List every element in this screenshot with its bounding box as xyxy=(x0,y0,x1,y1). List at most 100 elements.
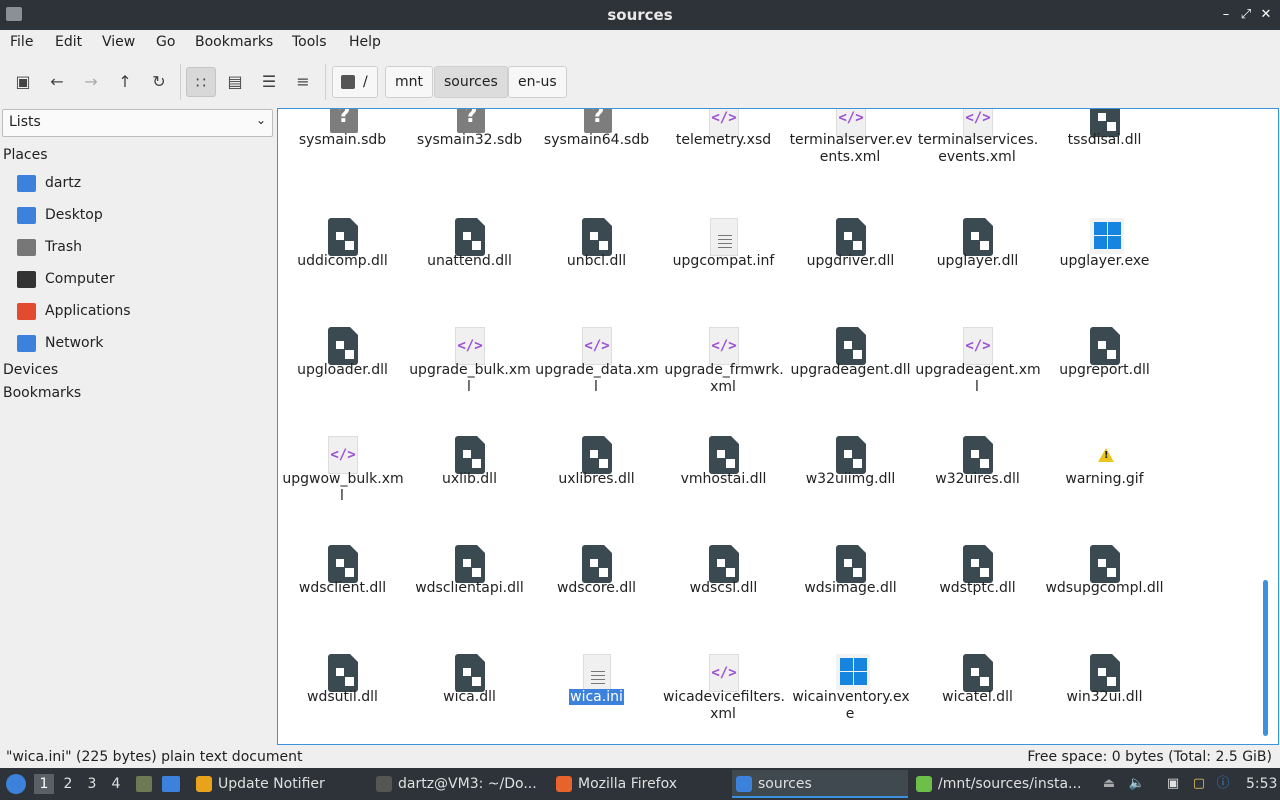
menu-file[interactable]: File xyxy=(10,34,33,50)
file-item[interactable]: </> wicadevicefilters.xml xyxy=(660,642,787,744)
breadcrumb-en-us[interactable]: en-us xyxy=(508,66,567,98)
menu-bookmarks[interactable]: Bookmarks xyxy=(195,34,273,50)
back-arrow-icon[interactable]: ← xyxy=(42,67,72,97)
clipboard-icon[interactable]: ▢ xyxy=(1190,775,1208,793)
breadcrumb-mnt[interactable]: mnt xyxy=(385,66,433,98)
workspace-2[interactable]: 2 xyxy=(58,774,78,794)
workspace-1[interactable]: 1 xyxy=(34,774,54,794)
sidebar-item-desktop[interactable]: Desktop xyxy=(17,202,267,230)
file-item[interactable]: vmhostai.dll xyxy=(660,424,787,533)
detailed-list-view-icon[interactable]: ≡ xyxy=(288,67,318,97)
file-item[interactable]: wica.ini xyxy=(533,642,660,744)
menu-edit[interactable]: Edit xyxy=(55,34,82,50)
eject-icon[interactable]: ⏏ xyxy=(1100,775,1118,793)
minimize-button[interactable]: – xyxy=(1216,5,1236,25)
file-name: upglayer.dll xyxy=(936,253,1019,269)
maximize-button[interactable]: ⤢ xyxy=(1236,5,1256,25)
file-item[interactable]: wdscsl.dll xyxy=(660,533,787,642)
up-arrow-icon[interactable]: ↑ xyxy=(110,67,140,97)
file-item[interactable]: wdsupgcompl.dll xyxy=(1041,533,1168,642)
breadcrumb-sources[interactable]: sources xyxy=(434,66,508,98)
forward-arrow-icon[interactable]: → xyxy=(76,67,106,97)
toolbar: ▣ ← → ↑ ↻ ∷ ▤ ☰ ≡ / mnt sources en-us xyxy=(0,58,1280,106)
file-item[interactable]: wdsutil.dll xyxy=(279,642,406,744)
file-item[interactable]: upgloader.dll xyxy=(279,315,406,424)
volume-icon[interactable]: 🔈 xyxy=(1128,775,1146,793)
file-item[interactable]: upglayer.dll xyxy=(914,206,1041,315)
file-item[interactable]: upgreport.dll xyxy=(1041,315,1168,424)
file-name: sysmain.sdb xyxy=(298,132,387,148)
menu-tools[interactable]: Tools xyxy=(292,34,327,50)
file-item[interactable]: </> upgrade_frmwrk.xml xyxy=(660,315,787,424)
dll-file-icon xyxy=(453,543,485,583)
file-item[interactable]: tssdisai.dll xyxy=(1041,109,1168,206)
compact-view-icon[interactable]: ☰ xyxy=(254,67,284,97)
vertical-scrollbar[interactable] xyxy=(1263,580,1268,736)
taskbar-task[interactable]: /mnt/sources/insta... xyxy=(912,770,1088,798)
show-desktop-icon[interactable] xyxy=(136,776,152,792)
file-item[interactable]: wdsimage.dll xyxy=(787,533,914,642)
file-item[interactable]: win32ui.dll xyxy=(1041,642,1168,744)
file-item[interactable]: </> upgrade_data.xml xyxy=(533,315,660,424)
icon-view-icon[interactable]: ∷ xyxy=(186,67,216,97)
reload-icon[interactable]: ↻ xyxy=(144,67,174,97)
file-item[interactable]: unattend.dll xyxy=(406,206,533,315)
workspace-4[interactable]: 4 xyxy=(106,774,126,794)
file-item[interactable]: </> upgradeagent.xml xyxy=(914,315,1041,424)
file-item[interactable]: </> terminalservices.events.xml xyxy=(914,109,1041,206)
file-item[interactable]: wicainventory.exe xyxy=(787,642,914,744)
file-item[interactable]: unbcl.dll xyxy=(533,206,660,315)
new-tab-icon[interactable]: ▣ xyxy=(8,67,38,97)
file-item[interactable]: wicatel.dll xyxy=(914,642,1041,744)
file-item[interactable]: </> telemetry.xsd xyxy=(660,109,787,206)
file-item[interactable]: </> upgrade_bulk.xml xyxy=(406,315,533,424)
file-item[interactable]: </> terminalserver.events.xml xyxy=(787,109,914,206)
sidebar-item-computer[interactable]: Computer xyxy=(17,266,267,294)
file-item[interactable]: uddicomp.dll xyxy=(279,206,406,315)
file-item[interactable]: upglayer.exe xyxy=(1041,206,1168,315)
file-item[interactable]: ? sysmain64.sdb xyxy=(533,109,660,206)
network-icon[interactable]: ▣ xyxy=(1164,775,1182,793)
file-item[interactable]: wdstptc.dll xyxy=(914,533,1041,642)
file-item[interactable]: </> upgwow_bulk.xml xyxy=(279,424,406,533)
sidebar-item-trash[interactable]: Trash xyxy=(17,234,267,262)
thumbnail-view-icon[interactable]: ▤ xyxy=(220,67,250,97)
menu-help[interactable]: Help xyxy=(349,34,381,50)
file-item[interactable]: wica.dll xyxy=(406,642,533,744)
clock[interactable]: 5:53 xyxy=(1246,768,1277,800)
file-item[interactable]: w32uires.dll xyxy=(914,424,1041,533)
taskbar-task[interactable]: dartz@VM3: ~/Do... xyxy=(372,770,548,798)
file-item[interactable]: ? sysmain.sdb xyxy=(279,109,406,206)
close-button[interactable]: ✕ xyxy=(1256,5,1276,25)
file-item[interactable]: wdscore.dll xyxy=(533,533,660,642)
file-item[interactable]: upgdriver.dll xyxy=(787,206,914,315)
file-item[interactable]: upgcompat.inf xyxy=(660,206,787,315)
notification-icon[interactable]: ⓘ xyxy=(1214,775,1232,793)
menu-view[interactable]: View xyxy=(102,34,135,50)
sidebar-item-applications[interactable]: Applications xyxy=(17,298,267,326)
status-selection: "wica.ini" (225 bytes) plain text docume… xyxy=(6,749,303,765)
file-item[interactable]: wdsclient.dll xyxy=(279,533,406,642)
breadcrumb-root[interactable]: / xyxy=(332,66,378,98)
taskbar-task[interactable]: sources xyxy=(732,770,908,798)
bookmarks-header[interactable]: Bookmarks xyxy=(3,385,81,401)
file-manager-launcher-icon[interactable] xyxy=(162,776,180,792)
file-item[interactable]: ? sysmain32.sdb xyxy=(406,109,533,206)
devices-header[interactable]: Devices xyxy=(3,362,58,378)
sidebar-item-network[interactable]: Network xyxy=(17,330,267,358)
file-item[interactable]: w32uiimg.dll xyxy=(787,424,914,533)
file-item[interactable]: uxlibres.dll xyxy=(533,424,660,533)
file-icon-view[interactable]: ? sysmain.sdb? sysmain32.sdb? sysmain64.sdb… xyxy=(277,108,1279,745)
taskbar-task[interactable]: Update Notifier xyxy=(192,770,368,798)
sidebar-item-dartz[interactable]: dartz xyxy=(17,170,267,198)
file-item[interactable]: warning.gif xyxy=(1041,424,1168,533)
workspace-3[interactable]: 3 xyxy=(82,774,102,794)
start-menu-icon[interactable] xyxy=(6,774,26,794)
taskbar-task[interactable]: Mozilla Firefox xyxy=(552,770,728,798)
sidebar-mode-select[interactable]: Lists ⌄ xyxy=(2,109,273,137)
file-item[interactable]: uxlib.dll xyxy=(406,424,533,533)
file-item[interactable]: wdsclientapi.dll xyxy=(406,533,533,642)
menu-go[interactable]: Go xyxy=(156,34,175,50)
file-item[interactable]: upgradeagent.dll xyxy=(787,315,914,424)
window-titlebar[interactable]: sources – ⤢ ✕ xyxy=(0,0,1280,30)
